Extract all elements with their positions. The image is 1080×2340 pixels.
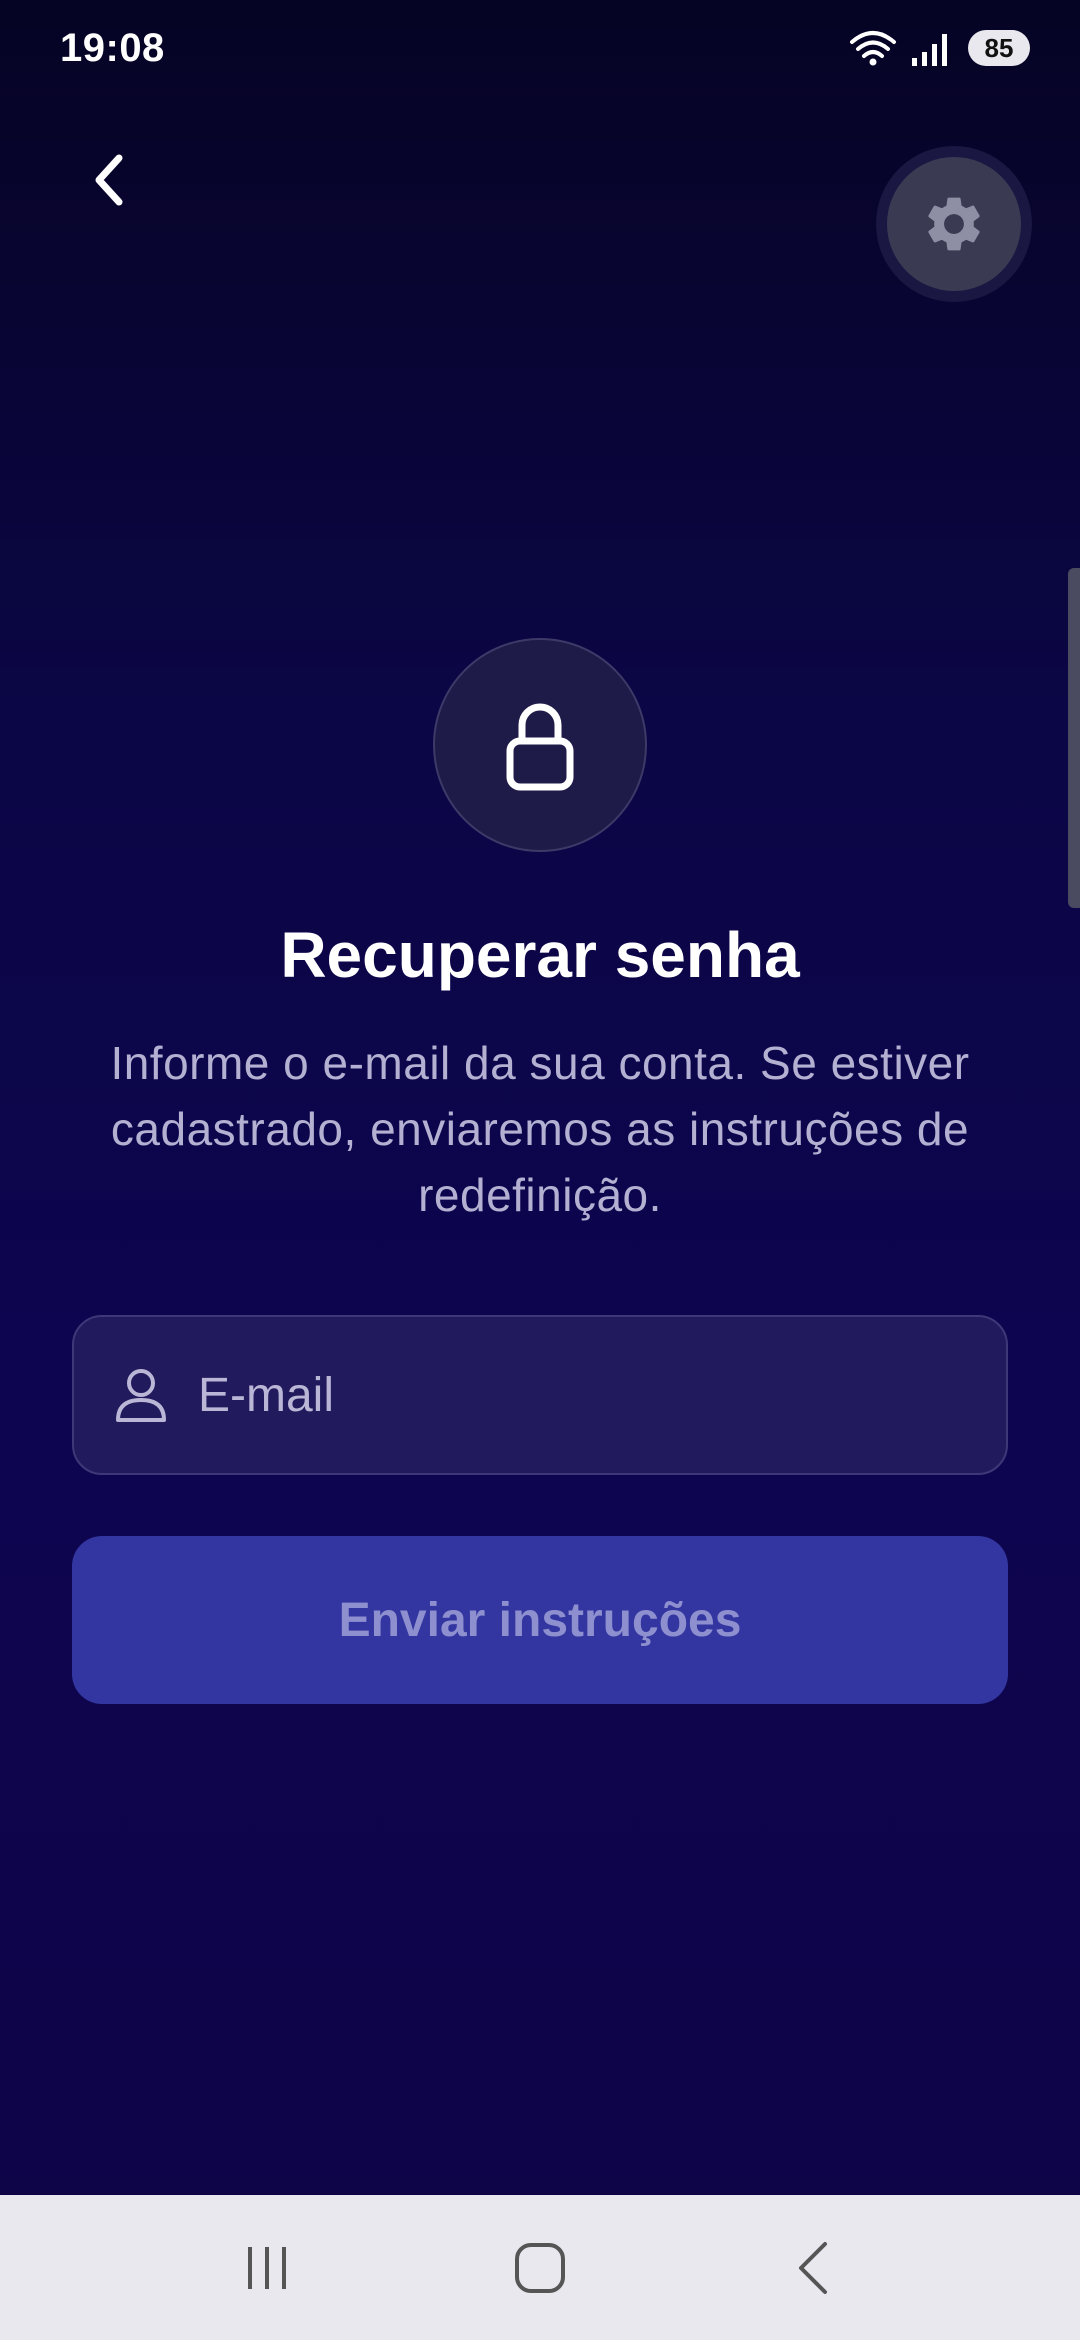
email-field[interactable]: [72, 1315, 1008, 1475]
send-instructions-button[interactable]: Enviar instruções: [72, 1536, 1008, 1704]
system-back-button[interactable]: [753, 2218, 873, 2318]
lock-icon: [506, 703, 574, 791]
user-icon: [116, 1369, 166, 1422]
home-button[interactable]: [480, 2218, 600, 2318]
status-time: 19:08: [60, 26, 165, 70]
email-input[interactable]: [198, 1317, 1006, 1473]
system-nav-bar: [0, 2195, 1080, 2340]
scroll-indicator[interactable]: [1068, 568, 1080, 908]
page-title: Recuperar senha: [280, 919, 800, 991]
back-icon: [799, 2241, 828, 2294]
status-bar: 19:08 85: [0, 0, 1080, 100]
recent-apps-button[interactable]: [207, 2218, 327, 2318]
wifi-icon: [850, 31, 896, 66]
chevron-left-icon: [95, 154, 123, 206]
recent-apps-icon: [247, 2246, 286, 2289]
signal-icon: [912, 34, 947, 66]
settings-button-inner: [887, 157, 1021, 291]
home-icon: [514, 2242, 565, 2293]
settings-button[interactable]: [876, 146, 1032, 302]
battery-icon: 85: [968, 30, 1030, 66]
back-button[interactable]: [70, 140, 150, 220]
status-icons: 85: [848, 28, 1030, 68]
lock-badge: [433, 638, 647, 852]
page-description: Informe o e-mail da sua conta. Se estive…: [110, 1037, 970, 1221]
gear-icon: [928, 197, 980, 251]
